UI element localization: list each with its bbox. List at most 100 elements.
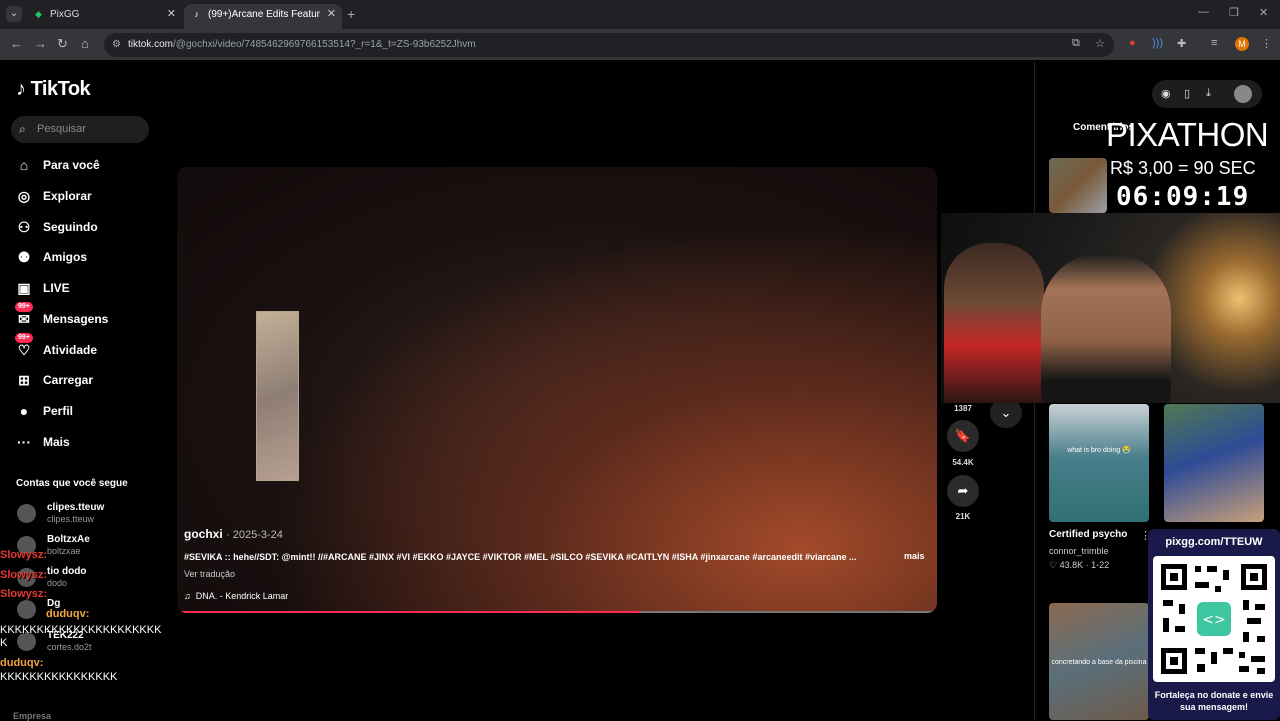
video-player[interactable]: gochxi · 2025-3-24 #SEVIKA :: hehe//SDT:… — [177, 167, 937, 613]
restore-icon[interactable]: ❐ — [1229, 6, 1239, 19]
nav-mais[interactable]: ··· Mais — [14, 431, 70, 453]
video-thumbnail[interactable]: concretando a base da piscina — [1049, 603, 1149, 720]
recommended-stats: ♡ 43.8K · 1-22 — [1049, 560, 1110, 570]
compass-icon: ◎ — [17, 188, 31, 204]
video-author[interactable]: gochxi · 2025-3-24 — [184, 527, 283, 541]
music-note-icon: ♫ — [184, 591, 191, 601]
extension-record-icon[interactable]: ● — [1129, 37, 1136, 49]
browser-tab-bar: ⌄ ◆ PixGG ✕ ♪ (99+)Arcane Edits Featurin… — [0, 0, 1280, 29]
tiktok-icon: ♪ — [16, 78, 26, 100]
search-icon: ⌕ — [19, 122, 26, 136]
progress-fill — [180, 611, 640, 613]
back-icon[interactable]: ← — [10, 36, 23, 51]
extensions-icon[interactable]: ✚ — [1177, 37, 1186, 50]
pixathon-title: PIXATHON — [1106, 116, 1269, 153]
nav-explorar[interactable]: ◎ Explorar — [14, 185, 92, 207]
url-path: /@gochxi/video/7485462969766153514?_r=1&… — [173, 39, 476, 50]
download-icon[interactable]: ⤓ — [1206, 87, 1211, 100]
bookmark-icon[interactable]: 🔖 — [947, 420, 979, 452]
donation-url: pixgg.com/TTEUW — [1165, 536, 1263, 548]
new-tab-button[interactable]: + — [347, 6, 355, 22]
nav-label: LIVE — [43, 281, 70, 295]
avatar — [17, 600, 36, 619]
home-icon[interactable]: ⌂ — [81, 36, 89, 51]
reload-icon[interactable]: ↻ — [57, 36, 68, 52]
media-icon[interactable]: ≡ — [1211, 37, 1217, 49]
tab-tiktok[interactable]: ♪ (99+)Arcane Edits Featuring Jinx ✕ — [184, 4, 342, 29]
pixathon-price: R$ 3,00 = 90 SEC — [1110, 158, 1256, 178]
home-icon: ⌂ — [19, 157, 29, 173]
account-name: clipes.tteuw — [47, 502, 105, 513]
nav-label: Carregar — [43, 373, 94, 387]
chat-username: Slowysz: — [0, 588, 48, 600]
nav-perfil[interactable]: ● Perfil — [14, 400, 73, 422]
more-button[interactable]: mais — [904, 551, 925, 561]
avatar — [17, 504, 36, 523]
minimize-icon[interactable]: — — [1198, 6, 1209, 18]
extension-audio-icon[interactable]: ))) — [1152, 37, 1163, 49]
close-icon[interactable]: ✕ — [167, 4, 176, 25]
upload-icon: ⊞ — [18, 372, 30, 388]
close-icon[interactable]: ✕ — [327, 4, 336, 25]
tab-label: PixGG — [50, 9, 80, 20]
profile-avatar[interactable]: M — [1235, 37, 1249, 51]
profile-icon: ● — [19, 403, 29, 419]
tiktok-logo[interactable]: ♪ TikTok — [16, 78, 91, 101]
tab-pixgg[interactable]: ◆ PixGG ✕ — [26, 4, 182, 29]
install-icon[interactable]: ⧉ — [1072, 37, 1080, 50]
nav-carregar[interactable]: ⊞ Carregar — [14, 369, 93, 391]
video-thumbnail[interactable]: what is bro doing 😭 — [1049, 404, 1149, 522]
logo-text: TikTok — [30, 78, 91, 100]
avatar[interactable] — [1234, 85, 1252, 103]
nav-label: Atividade — [43, 343, 98, 357]
nav-para-voce[interactable]: ⌂ Para você — [14, 154, 100, 176]
chat-username: Slowysz: — [0, 569, 48, 581]
site-info-icon[interactable]: ⚙ — [112, 33, 121, 57]
chat-message: K — [0, 637, 8, 649]
recommended-user[interactable]: connor_trimble — [1049, 546, 1109, 556]
chevron-down-icon: ⌄ — [1000, 405, 1012, 420]
share-icon[interactable]: ➦ — [947, 475, 979, 507]
nav-live[interactable]: ▣ LIVE — [14, 277, 70, 299]
nav-seguindo[interactable]: ⚇ Seguindo — [14, 216, 98, 238]
chat-username: duduqv: — [46, 608, 90, 620]
nav-atividade[interactable]: ♡ 99+ Atividade — [14, 333, 98, 361]
recommended-title[interactable]: Certified psycho — [1049, 529, 1127, 540]
account-name: tio dodo — [47, 566, 87, 577]
compass-icon[interactable]: ◉ — [1161, 87, 1171, 100]
browser-toolbar: ← → ↻ ⌂ ⚙ tiktok.com/@gochxi/video/74854… — [0, 29, 1280, 60]
nav-label: Seguindo — [43, 220, 98, 234]
comment-count: 1387 — [954, 404, 972, 413]
nav-mensagens[interactable]: ✉ 99+ Mensagens — [14, 302, 109, 330]
video-progress-bar[interactable] — [180, 611, 934, 613]
following-account[interactable]: clipes.tteuw clipes.tteuw — [17, 502, 104, 528]
phone-icon[interactable]: ▯ — [1184, 87, 1190, 100]
translate-link[interactable]: Ver tradução — [184, 569, 235, 579]
video-thumbnail[interactable] — [1049, 158, 1107, 213]
pixathon-timer: 06:09:19 — [1116, 182, 1250, 212]
close-window-icon[interactable]: ✕ — [1259, 6, 1268, 19]
nav-label: Mensagens — [43, 312, 109, 326]
bookmark-star-icon[interactable]: ☆ — [1095, 37, 1105, 50]
video-frame-object — [256, 311, 299, 481]
search-input[interactable]: ⌕ Pesquisar — [11, 116, 149, 143]
streamer-guest — [944, 243, 1044, 403]
video-date-value: 2025-3-24 — [232, 529, 283, 541]
svg-text:<>: <> — [1202, 612, 1225, 628]
address-bar[interactable]: ⚙ tiktok.com/@gochxi/video/7485462969766… — [104, 33, 1114, 57]
nav-label: Explorar — [43, 189, 92, 203]
forward-icon[interactable]: → — [34, 36, 47, 51]
music-link[interactable]: ♫ DNA. - Kendrick Lamar — [184, 591, 288, 601]
qr-code-graphic: <> — [1161, 564, 1267, 674]
tab-search-button[interactable]: ⌄ — [6, 6, 22, 22]
search-placeholder: Pesquisar — [37, 123, 86, 135]
thumbnail-caption: what is bro doing 😭 — [1067, 447, 1131, 454]
video-thumbnail[interactable] — [1164, 404, 1264, 522]
nav-amigos[interactable]: ⚉ Amigos — [14, 246, 87, 268]
share-count: 21K — [955, 512, 971, 521]
nav-label: Amigos — [43, 250, 88, 264]
more-icon: ··· — [17, 434, 31, 450]
author-name: gochxi — [184, 527, 223, 541]
thumbnail-caption: concretando a base da piscina — [1051, 659, 1147, 666]
menu-icon[interactable]: ⋮ — [1261, 37, 1272, 50]
